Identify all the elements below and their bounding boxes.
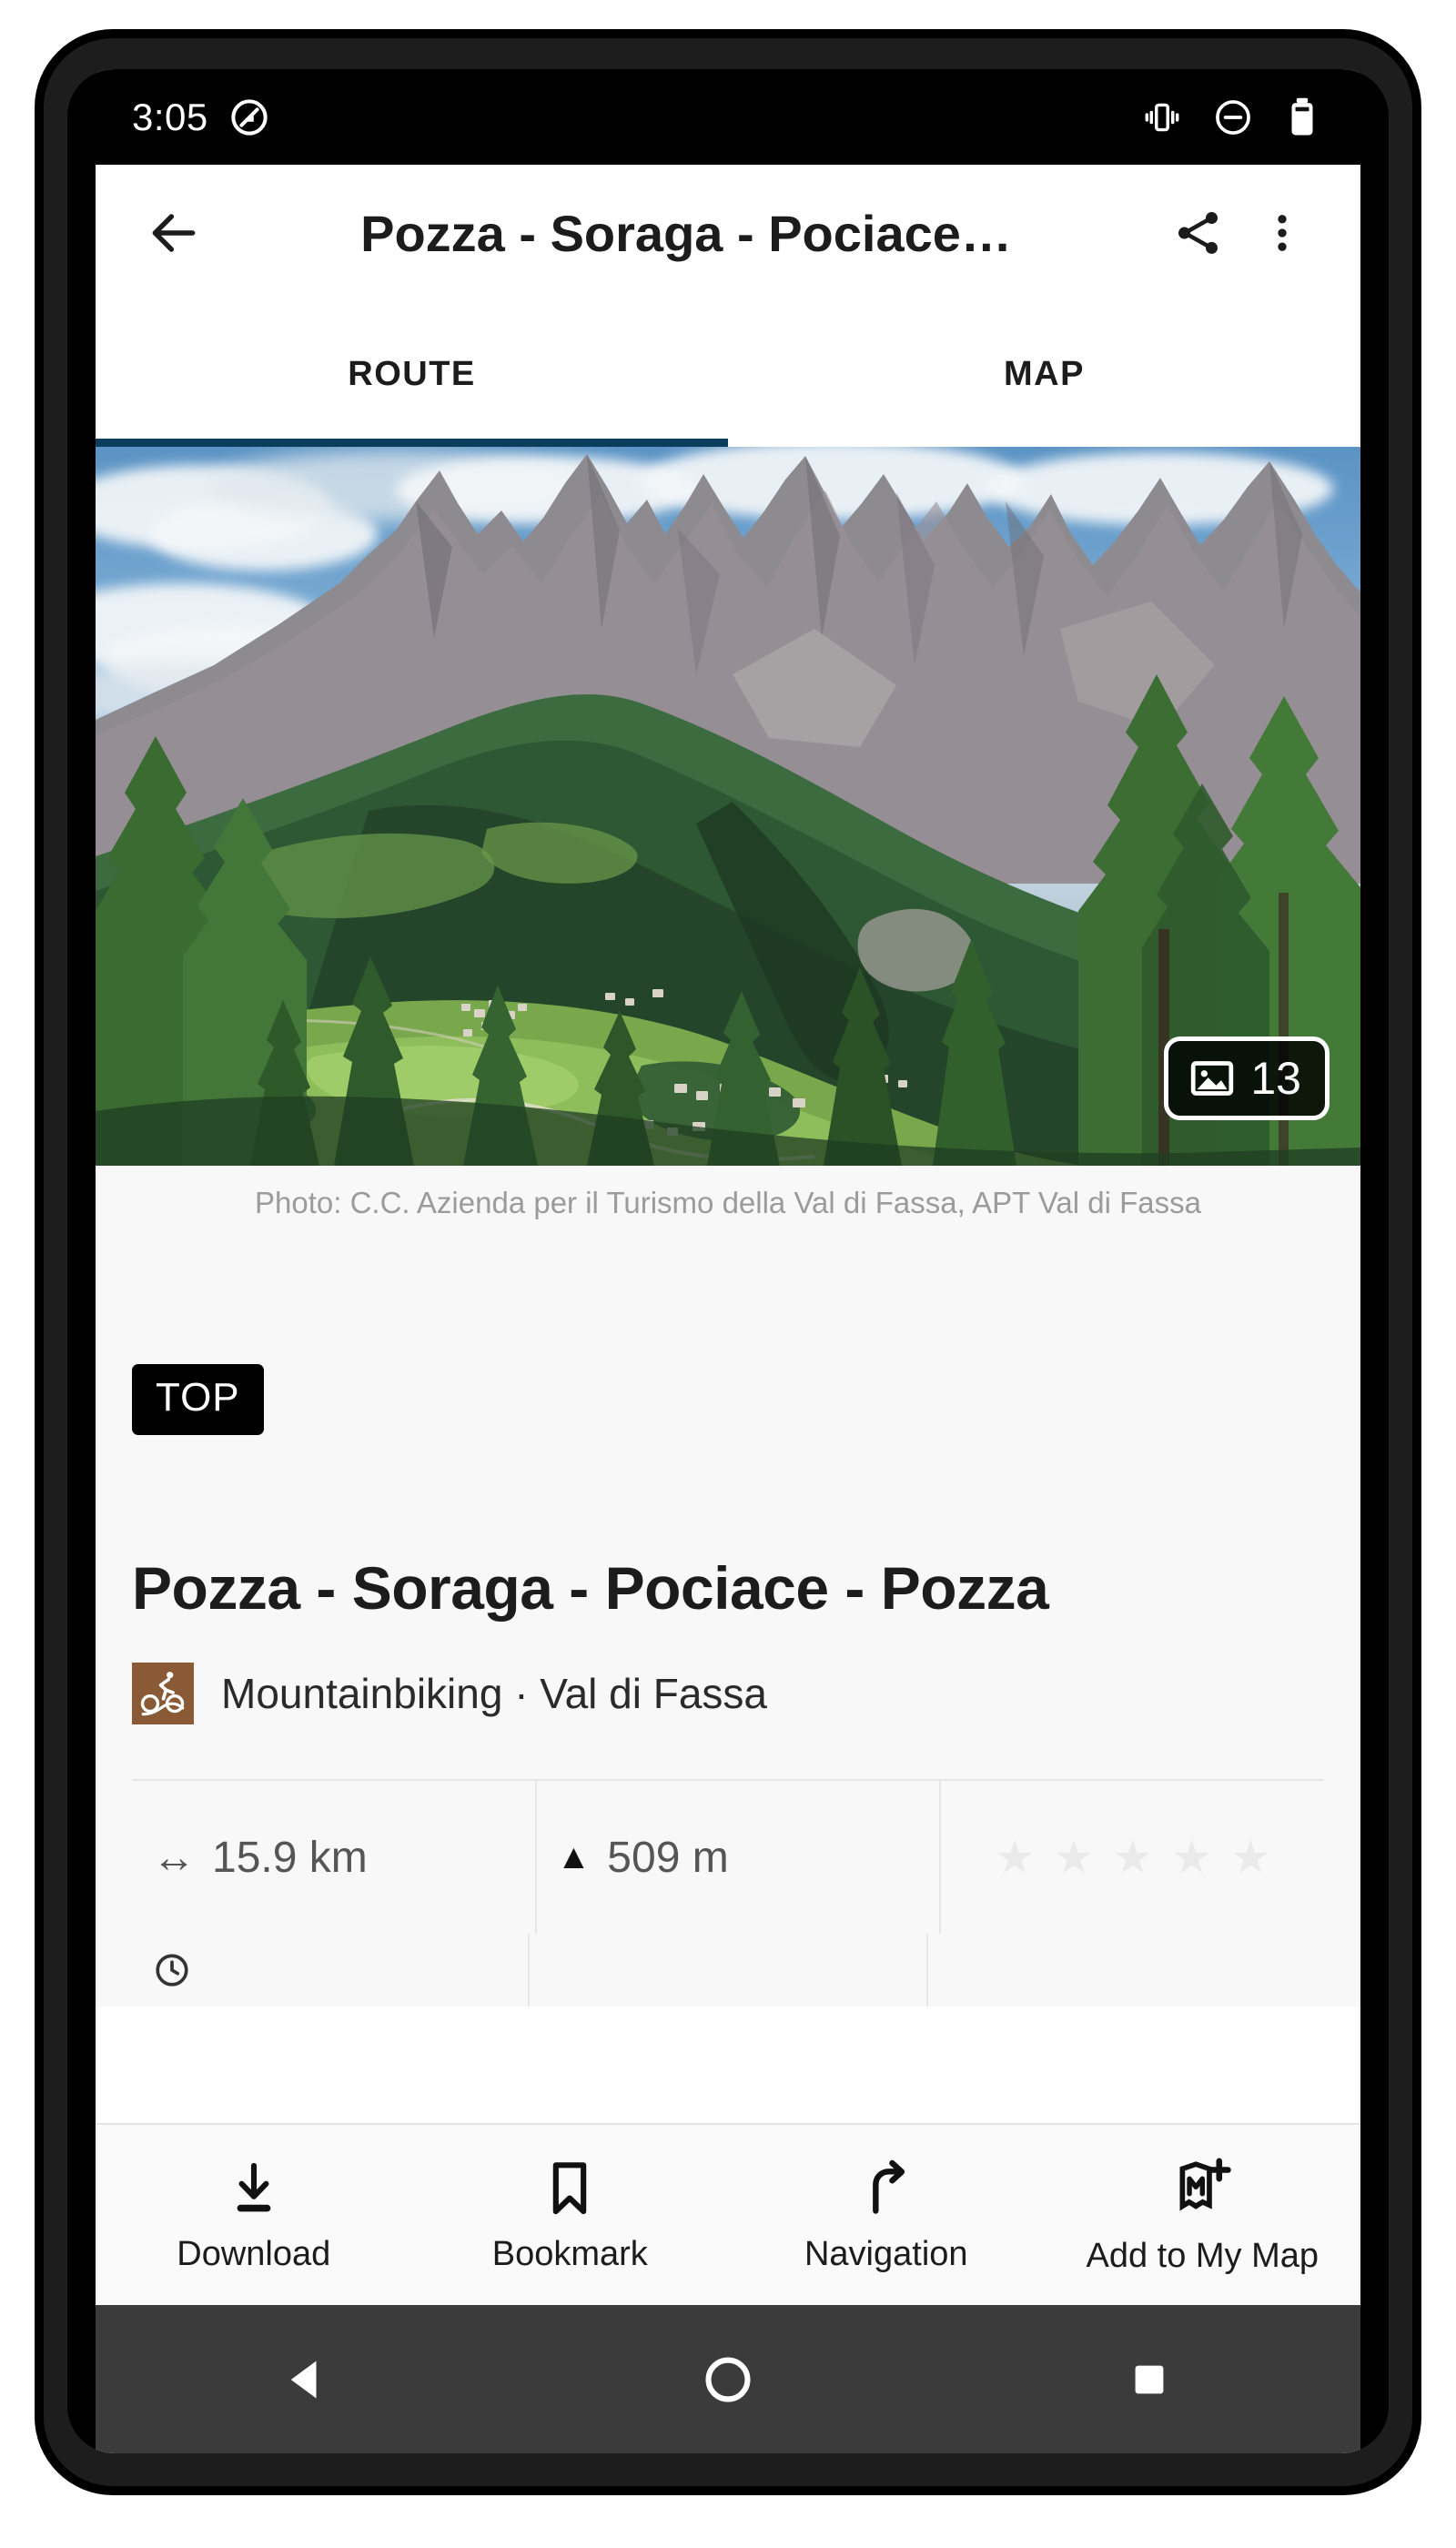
top-badge: TOP: [132, 1364, 264, 1435]
home-circle-icon: [705, 2357, 751, 2401]
stat-ascent: ▲ 509 m: [537, 1781, 942, 1934]
nav-recents-button[interactable]: [1067, 2325, 1231, 2434]
distance-value: 15.9 km: [212, 1833, 368, 1882]
status-right-icons: [1142, 96, 1320, 138]
status-bar: 3:05: [96, 69, 1360, 165]
distance-icon: ↔: [152, 1833, 196, 1882]
navigation-arrow-icon: [872, 2159, 905, 2214]
photo-count-badge[interactable]: 13: [1164, 1036, 1330, 1120]
battery-icon: [1291, 97, 1313, 135]
back-triangle-icon: [290, 2360, 317, 2399]
phone-frame: 3:05 Pozza - Soraga - Pociace… ROUTE MAP…: [44, 38, 1412, 2486]
back-button[interactable]: [132, 191, 216, 275]
rating-star[interactable]: ★: [1171, 1831, 1212, 1884]
phone-screen: 3:05 Pozza - Soraga - Pociace… ROUTE MAP…: [96, 69, 1360, 2453]
bottom-action-bar: Download Bookmark Navigation Add to My M…: [96, 2123, 1360, 2305]
ascent-icon: ▲: [556, 1837, 592, 1876]
download-label: Download: [177, 2234, 331, 2273]
add-to-my-map-button[interactable]: Add to My Map: [1045, 2155, 1361, 2276]
more-vertical-icon: [1278, 215, 1287, 251]
navigation-label: Navigation: [804, 2234, 968, 2273]
tab-route[interactable]: ROUTE: [96, 301, 728, 447]
download-button[interactable]: Download: [96, 2157, 412, 2274]
page-title: Pozza - Soraga - Pociace…: [360, 204, 1012, 262]
do-not-disturb-icon: [1216, 99, 1250, 135]
content-spacer-top: [132, 1237, 1324, 1364]
tab-active-indicator: [96, 439, 728, 447]
nav-home-button[interactable]: [646, 2325, 810, 2434]
rating-star[interactable]: ★: [1053, 1831, 1094, 1884]
content-spacer-mid: [132, 1435, 1324, 1553]
bookmark-label: Bookmark: [491, 2234, 648, 2273]
bookmark-icon: [553, 2161, 587, 2214]
recents-square-icon: [1135, 2365, 1164, 2393]
rating-star[interactable]: ★: [995, 1831, 1036, 1884]
add-to-my-map-label: Add to My Map: [1086, 2236, 1320, 2275]
app-bar: Pozza - Soraga - Pociace…: [96, 165, 1360, 301]
do-not-disturb-slash-icon: [231, 98, 268, 136]
share-icon: [1178, 212, 1218, 254]
status-left-icons: [228, 96, 270, 138]
tab-bar: ROUTE MAP: [96, 301, 1360, 447]
vibrate-icon: [1145, 103, 1179, 131]
photo-credit: Photo: C.C. Azienda per il Turismo della…: [96, 1166, 1360, 1237]
stat-duration: [132, 1934, 531, 2007]
stats-row: ↔ 15.9 km ▲ 509 m ★ ★ ★ ★ ★: [132, 1779, 1324, 1934]
status-time: 3:05: [132, 95, 208, 138]
hero-photo[interactable]: 13: [96, 447, 1360, 1166]
navigation-button[interactable]: Navigation: [728, 2157, 1045, 2274]
ascent-value: 509 m: [607, 1833, 729, 1882]
stats-row-secondary: [132, 1934, 1324, 2007]
download-icon: [237, 2162, 271, 2211]
route-content: TOP Pozza - Soraga - Pociace - Pozza Mou…: [96, 1237, 1360, 2007]
route-meta-row: Mountainbiking · Val di Fassa: [132, 1663, 1324, 1724]
rating-star[interactable]: ★: [1112, 1831, 1153, 1884]
add-to-my-map-icon: [1179, 2158, 1231, 2210]
nav-back-button[interactable]: [225, 2325, 389, 2434]
stat-extra: [928, 1934, 1324, 2007]
phone-bezel: 3:05 Pozza - Soraga - Pociace… ROUTE MAP…: [67, 69, 1389, 2453]
mountainbiking-glyph: [140, 1672, 185, 1716]
overflow-menu-button[interactable]: [1240, 191, 1324, 275]
clock-icon: [156, 1954, 188, 1987]
tab-map[interactable]: MAP: [728, 301, 1360, 447]
route-title: Pozza - Soraga - Pociace - Pozza: [132, 1554, 1049, 1622]
stat-descent: [530, 1934, 928, 2007]
image-icon: [1191, 1061, 1234, 1096]
stat-rating[interactable]: ★ ★ ★ ★ ★: [941, 1781, 1324, 1934]
stat-distance: ↔ 15.9 km: [132, 1781, 537, 1934]
mountainbiking-icon: [132, 1663, 194, 1724]
back-arrow-icon: [152, 214, 196, 252]
rating-star[interactable]: ★: [1230, 1831, 1271, 1884]
share-button[interactable]: [1157, 191, 1240, 275]
bookmark-button[interactable]: Bookmark: [412, 2157, 729, 2274]
android-nav-bar: [96, 2305, 1360, 2453]
photo-count-label: 13: [1250, 1053, 1301, 1104]
route-meta-label: Mountainbiking · Val di Fassa: [221, 1670, 767, 1717]
